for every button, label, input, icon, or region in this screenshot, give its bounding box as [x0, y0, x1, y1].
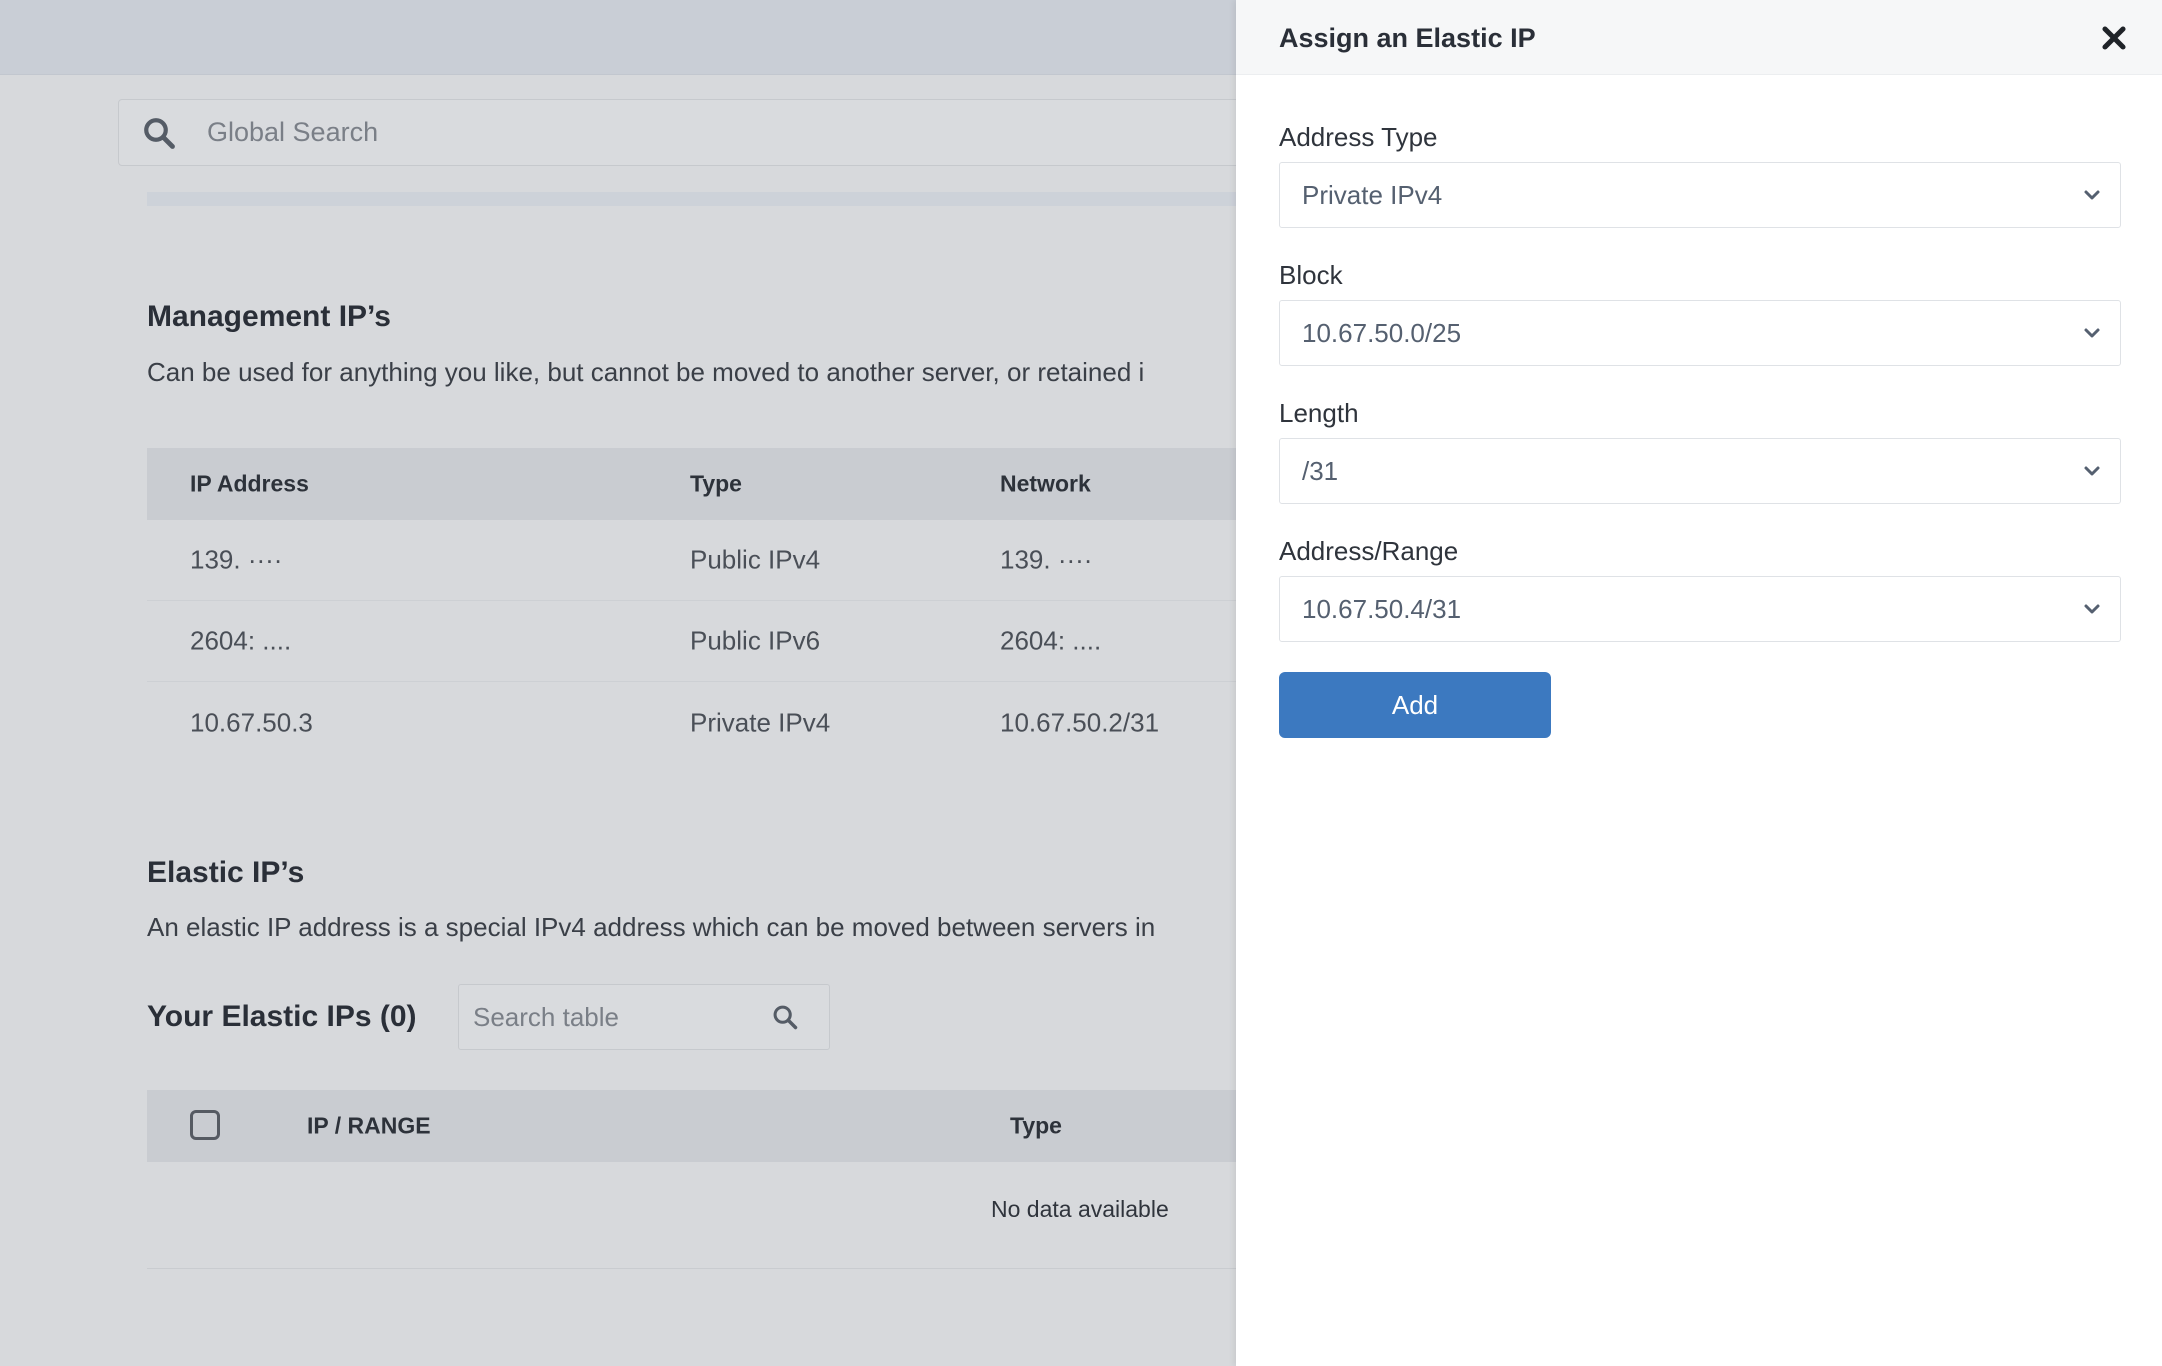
table-row[interactable]: 2604: .... Public IPv6 2604: ....	[147, 601, 1247, 682]
management-table-header: IP Address Type Network	[147, 448, 1247, 520]
length-select[interactable]: /31	[1279, 438, 2121, 504]
chevron-down-icon	[2084, 604, 2100, 614]
add-button[interactable]: Add	[1279, 672, 1551, 738]
table-row[interactable]: 10.67.50.3 Private IPv4 10.67.50.2/31	[147, 682, 1247, 763]
table-row[interactable]: 139. ···· Public IPv4 139. ····	[147, 520, 1247, 601]
management-ips-description: Can be used for anything you like, but c…	[147, 357, 1145, 387]
drawer-header: Assign an Elastic IP	[1236, 0, 2162, 75]
row-network: 139. ····	[1000, 544, 1093, 575]
elastic-ips-title: Elastic IP’s	[147, 856, 305, 889]
row-network: 10.67.50.2/31	[1000, 707, 1160, 737]
search-icon	[144, 117, 175, 149]
drawer-title: Assign an Elastic IP	[1279, 23, 1536, 53]
empty-state-text: No data available	[991, 1196, 1169, 1222]
column-type[interactable]: Type	[1010, 1113, 1062, 1140]
global-search-input[interactable]	[207, 117, 807, 148]
chevron-down-icon	[2084, 190, 2100, 200]
row-network: 2604: ....	[1000, 625, 1102, 656]
column-type[interactable]: Type	[690, 471, 742, 498]
block-select[interactable]: 10.67.50.0/25	[1279, 300, 2121, 366]
management-ips-title: Management IP’s	[147, 300, 391, 333]
row-type: Public IPv4	[690, 544, 821, 575]
your-elastic-ips-title: Your Elastic IPs (0)	[147, 1000, 417, 1033]
elastic-table-header: IP / RANGE Type	[147, 1090, 1247, 1162]
close-icon	[2102, 26, 2126, 50]
column-ip-range[interactable]: IP / RANGE	[307, 1113, 431, 1140]
loading-strip	[147, 192, 1247, 206]
block-label: Block	[1279, 260, 1343, 290]
row-ip: 10.67.50.3	[190, 707, 313, 737]
table-search-input[interactable]	[473, 1001, 763, 1033]
chevron-down-icon	[2084, 328, 2100, 338]
address-type-value: Private IPv4	[1302, 179, 1443, 210]
row-type: Private IPv4	[690, 707, 831, 737]
table-bottom-divider	[147, 1268, 1247, 1269]
block-value: 10.67.50.0/25	[1302, 317, 1462, 348]
column-network[interactable]: Network	[1000, 471, 1091, 498]
row-ip: 139. ····	[190, 544, 283, 575]
elastic-ips-description: An elastic IP address is a special IPv4 …	[147, 912, 1156, 942]
global-search[interactable]	[118, 99, 1318, 166]
select-all-checkbox[interactable]	[190, 1110, 220, 1140]
length-value: /31	[1302, 455, 1339, 486]
search-icon[interactable]	[771, 1003, 799, 1031]
address-range-value: 10.67.50.4/31	[1302, 593, 1462, 624]
address-range-label: Address/Range	[1279, 536, 1459, 566]
row-type: Public IPv6	[690, 625, 821, 656]
chevron-down-icon	[2084, 466, 2100, 476]
table-search[interactable]	[458, 984, 830, 1050]
address-type-select[interactable]: Private IPv4	[1279, 162, 2121, 228]
column-ip-address[interactable]: IP Address	[190, 471, 309, 498]
address-type-label: Address Type	[1279, 122, 1438, 152]
top-bar	[0, 0, 1236, 75]
assign-elastic-ip-drawer: Assign an Elastic IP Address Type Privat…	[1236, 0, 2162, 1366]
length-label: Length	[1279, 398, 1359, 428]
close-button[interactable]	[2096, 20, 2132, 56]
app-root: Management IP’s Can be used for anything…	[0, 0, 2162, 1366]
row-ip: 2604: ....	[190, 625, 292, 656]
address-range-select[interactable]: 10.67.50.4/31	[1279, 576, 2121, 642]
